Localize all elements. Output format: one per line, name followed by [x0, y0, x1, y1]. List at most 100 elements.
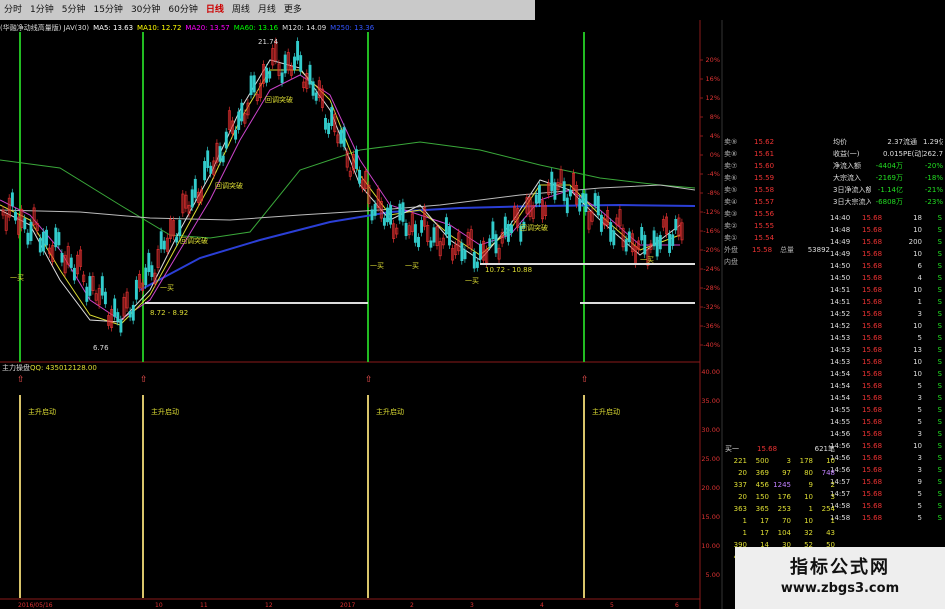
quote-value: 2.37 [887, 138, 903, 146]
candle-body [60, 252, 64, 263]
tick-row: 14:51 15.68 10 S [830, 284, 945, 296]
tick-row: 14:56 15.68 3 S [830, 428, 945, 440]
tick-time: 14:48 [830, 226, 851, 234]
tick-flag: S [937, 430, 942, 438]
tick-row: 14:55 15.68 5 S [830, 416, 945, 428]
price-axis-label: -12% [703, 208, 720, 216]
tick-price: 15.68 [862, 370, 883, 378]
lower-axis-label: 30.00 [701, 426, 720, 434]
waipan-label: 外盘 [724, 246, 738, 254]
signal-label: 主升启动 [376, 407, 404, 416]
queue-cell: 1 [830, 517, 835, 525]
tick-flag: S [937, 334, 942, 342]
tick-price: 15.68 [862, 358, 883, 366]
tick-flag: S [937, 418, 942, 426]
queue-cell: 20 [738, 469, 747, 477]
tick-price: 15.68 [862, 478, 883, 486]
signal-label: 主升启动 [28, 407, 56, 416]
tick-time: 14:52 [830, 322, 851, 330]
candle-body [103, 291, 107, 305]
candle-body [355, 149, 358, 169]
candle-body [240, 102, 244, 122]
site-watermark: 指标公式网 www.zbgs3.com [735, 547, 945, 609]
candle-body [612, 230, 616, 246]
tick-volume: 5 [917, 334, 922, 342]
quote-pct: -18% [924, 174, 943, 182]
tick-flag: S [937, 370, 942, 378]
tick-price: 15.68 [862, 214, 883, 222]
candle-body [299, 55, 303, 72]
candle-body [584, 193, 588, 213]
tick-volume: 3 [917, 394, 922, 402]
price-axis-label: -4% [707, 170, 720, 178]
candle-body [398, 203, 402, 221]
tick-time: 14:40 [830, 214, 851, 222]
queue-cell: 43 [826, 529, 835, 537]
candle-body [342, 127, 346, 147]
ma60-line [0, 141, 696, 239]
candle-body [674, 219, 678, 231]
tick-price: 15.68 [862, 298, 883, 306]
queue-cell: 363 [733, 505, 747, 513]
tick-flag: S [937, 514, 942, 522]
tick-time: 14:53 [830, 334, 851, 342]
queue-row: 221 500 3 178 10 [725, 455, 840, 467]
candle-body [113, 298, 117, 317]
tick-flag: S [937, 310, 942, 318]
tick-flag: S [937, 442, 942, 450]
quote-label: 3日净流入额 [833, 186, 871, 194]
tick-row: 14:57 15.68 5 S [830, 488, 945, 500]
sell-level-price: 15.59 [754, 174, 775, 182]
queue-cell: 254 [821, 505, 835, 513]
depth-row: 卖⑤ 15.58 [724, 184, 830, 196]
signal-arrow-icon: ⇧ [17, 375, 25, 385]
tick-row: 14:56 15.68 10 S [830, 440, 945, 452]
candle-body [314, 92, 318, 101]
signal-arrow-icon: ⇧ [581, 375, 589, 385]
sell-level-label: 卖⑧ [724, 150, 738, 158]
depth-summary-row: 外盘 15.58 总量 53892 [724, 244, 830, 256]
tick-row: 14:53 15.68 5 S [830, 332, 945, 344]
candle-body [178, 219, 182, 237]
candle-body [268, 71, 272, 79]
tick-time: 14:50 [830, 262, 851, 270]
signal-label: 主升启动 [592, 407, 620, 416]
quote-label: 收益(一) [833, 150, 860, 158]
tick-flag: S [937, 394, 942, 402]
queue-cell: 20 [738, 493, 747, 501]
candle-body [144, 267, 148, 286]
tick-row: 14:48 15.68 10 S [830, 224, 945, 236]
tick-flag: S [937, 322, 942, 330]
tick-price: 15.68 [862, 490, 883, 498]
candle-body [69, 257, 73, 268]
tick-price: 15.68 [862, 250, 883, 258]
tick-volume: 5 [917, 418, 922, 426]
tick-list[interactable]: 14:40 15.68 18 S 14:48 15.68 10 S 14:49 15.68 200 S… [830, 212, 945, 524]
quote-pct: -23% [924, 198, 943, 206]
tick-price: 15.68 [862, 238, 883, 246]
buy-label: 一买 [10, 274, 24, 282]
candle-body [252, 75, 256, 93]
tick-flag: S [937, 226, 942, 234]
tick-volume: 4 [917, 274, 922, 282]
tick-volume: 10 [913, 286, 922, 294]
tick-volume: 10 [913, 358, 922, 366]
tick-time: 14:54 [830, 382, 851, 390]
queue-cell: 10 [826, 457, 835, 465]
candle-body [330, 107, 334, 127]
trading-terminal: 分时 1分钟 5分钟 15分钟 30分钟 60分钟 日线 周线 月线 更多 (华融净动线高量版) … [0, 0, 945, 609]
candle-body [643, 234, 647, 255]
quote-value: 0.015 [882, 150, 903, 158]
price-axis-label: -8% [707, 189, 720, 197]
pe-label: PE(动) [903, 150, 923, 158]
tick-flag: S [937, 382, 942, 390]
zongliang-value: 53892 [807, 246, 830, 254]
tick-row: 14:55 15.68 5 S [830, 404, 945, 416]
circ-value: 1.29亿 [923, 138, 943, 146]
candle-body [150, 265, 154, 277]
quote-row: 3日大宗流入 -6808万 -23% [833, 196, 945, 208]
sell-level-price: 15.62 [754, 138, 775, 146]
candle-body [668, 233, 672, 253]
buy-label: 一买 [465, 277, 479, 285]
sell-level-label: 卖② [724, 222, 738, 230]
